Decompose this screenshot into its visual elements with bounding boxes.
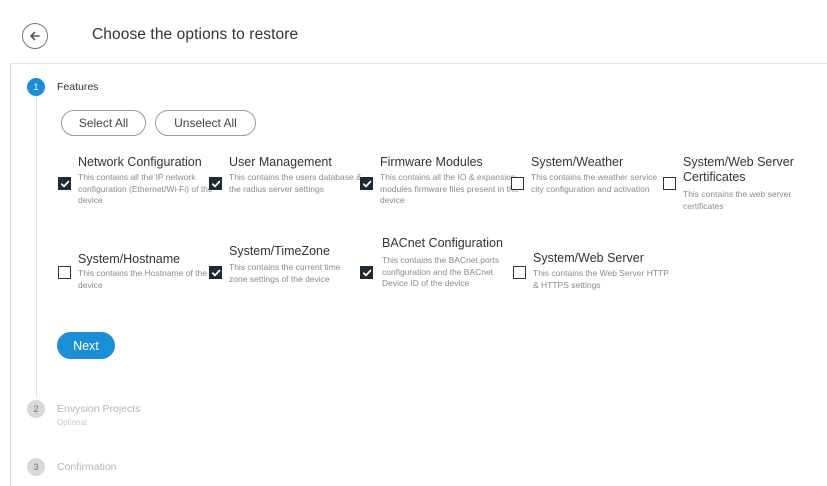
option-description: This contains the Hostname of the device	[78, 268, 207, 290]
checkmark-icon	[362, 180, 371, 187]
option-title: User Management	[229, 155, 332, 169]
checkbox-checked[interactable]	[209, 266, 222, 279]
option-title: System/Web Server	[533, 251, 644, 265]
page-header: Choose the options to restore	[10, 8, 827, 64]
option-title: System/Web Server Certificates	[683, 155, 794, 184]
checkmark-icon	[211, 269, 220, 276]
checkmark-icon	[211, 180, 220, 187]
unselect-all-button[interactable]: Unselect All	[155, 110, 256, 136]
next-button[interactable]: Next	[57, 332, 115, 359]
option-description: This contains all the IP network configu…	[78, 172, 213, 205]
checkbox-checked[interactable]	[360, 177, 373, 190]
option-description: This contains all the IO & expansion mod…	[380, 172, 519, 205]
checkbox-unchecked[interactable]	[513, 266, 526, 279]
back-button[interactable]	[22, 23, 48, 49]
option-title: System/Hostname	[78, 252, 181, 266]
checkbox-checked[interactable]	[58, 177, 71, 190]
step-3-indicator: 3	[27, 458, 45, 476]
arrow-left-icon	[30, 31, 40, 41]
step-1-title: Features	[57, 81, 99, 93]
option-title: Firmware Modules	[380, 155, 483, 169]
checkbox-checked[interactable]	[360, 266, 373, 279]
option-description: This contains the Web Server HTTP & HTTP…	[533, 268, 669, 290]
select-all-button[interactable]: Select All	[61, 110, 146, 136]
option-description: This contains the current time zone sett…	[229, 262, 341, 284]
page-title: Choose the options to restore	[92, 26, 299, 43]
step-2-subtitle: Optional	[57, 418, 87, 427]
step-2-indicator: 2	[27, 400, 45, 418]
option-title: BACnet Configuration	[382, 236, 503, 250]
checkbox-unchecked[interactable]	[511, 177, 524, 190]
checkbox-unchecked[interactable]	[663, 177, 676, 190]
option-description: This contains the weather service city c…	[531, 172, 658, 194]
checkmark-icon	[60, 180, 69, 187]
option-description: This contains the users database & the r…	[229, 172, 362, 194]
option-title: System/Weather	[531, 155, 624, 169]
stepper-line	[36, 97, 37, 397]
option-description: This contains the BACnet ports configura…	[382, 255, 500, 288]
option-title: Network Configuration	[78, 155, 202, 169]
checkmark-icon	[362, 269, 371, 276]
step-3-title[interactable]: Confirmation	[57, 461, 117, 473]
checkbox-unchecked[interactable]	[58, 266, 71, 279]
step-1-indicator: 1	[27, 78, 45, 96]
option-description: This contains the web server certificate…	[683, 189, 792, 211]
option-title: System/TimeZone	[229, 244, 330, 258]
step-2-title[interactable]: Envysion Projects	[57, 403, 140, 415]
checkbox-checked[interactable]	[209, 177, 222, 190]
